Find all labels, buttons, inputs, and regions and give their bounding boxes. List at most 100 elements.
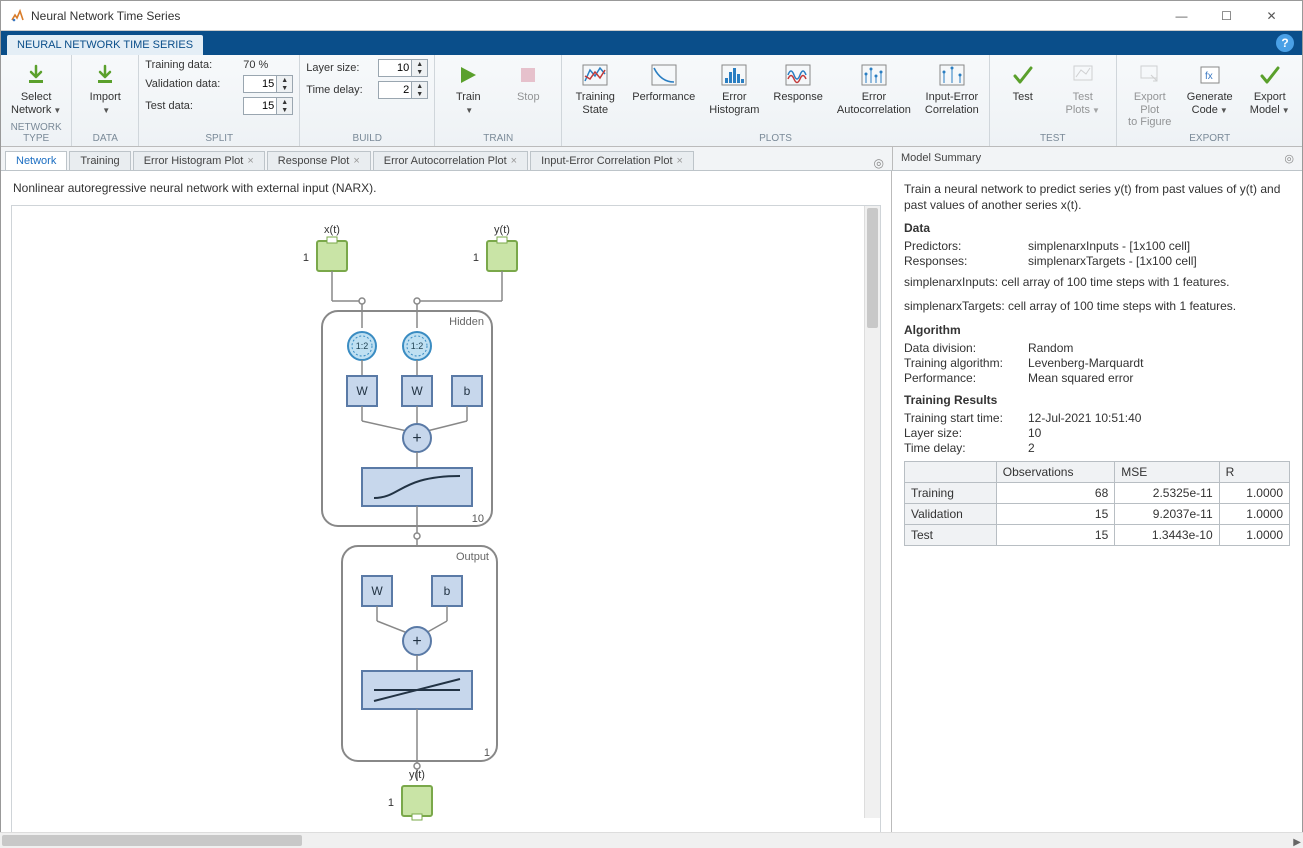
group-plots: PLOTS (568, 133, 982, 144)
download-green-icon (91, 61, 119, 89)
test-plots-button: Test Plots▼ (1056, 59, 1110, 118)
tab-close-icon[interactable]: × (353, 155, 359, 167)
svg-text:1:2: 1:2 (356, 341, 369, 351)
window-title: Neural Network Time Series (31, 9, 1159, 23)
ribbon-tabbar: NEURAL NETWORK TIME SERIES ? (1, 31, 1302, 55)
svg-text:b: b (444, 584, 451, 598)
tab-response-plot[interactable]: Response Plot× (267, 151, 371, 170)
performance-button[interactable]: Performance (628, 59, 699, 106)
error-autocorrelation-button[interactable]: Error Autocorrelation (833, 59, 915, 118)
summary-scrollbar-horizontal[interactable]: ▶ (892, 832, 1302, 847)
tab-input-error-correlation-plot[interactable]: Input-Error Correlation Plot× (530, 151, 694, 170)
plot-decay-icon (650, 61, 678, 89)
check-icon (1009, 61, 1037, 89)
spinner-up-icon[interactable]: ▲ (412, 60, 427, 68)
select-network-label: Select Network (11, 91, 51, 116)
svg-text:W: W (371, 584, 383, 598)
tab-training[interactable]: Training (69, 151, 130, 170)
svg-text:10: 10 (472, 513, 484, 525)
svg-text:W: W (411, 384, 423, 398)
stem-icon (860, 61, 888, 89)
import-label: Import (90, 91, 121, 103)
time-delay-stepper[interactable]: ▲▼ (378, 81, 428, 99)
svg-text:fx: fx (1205, 71, 1213, 82)
tab-close-icon[interactable]: × (511, 155, 517, 167)
input-error-corr-button[interactable]: Input-Error Correlation (921, 59, 983, 118)
training-data-label: Training data: (145, 59, 237, 71)
layer-size-stepper[interactable]: ▲▼ (378, 59, 428, 77)
group-test: TEST (996, 133, 1110, 144)
response-button[interactable]: Response (769, 59, 827, 106)
export-check-icon (1256, 61, 1284, 89)
group-data: DATA (78, 133, 132, 144)
table-row: Test151.3443e-101.0000 (905, 524, 1290, 545)
time-delay-input[interactable] (379, 82, 411, 98)
select-network-button[interactable]: Select Network▼ (7, 59, 65, 118)
ribbon-tab-nnts[interactable]: NEURAL NETWORK TIME SERIES (7, 35, 203, 55)
svg-text:+: + (412, 633, 421, 650)
tab-error-histogram-plot[interactable]: Error Histogram Plot× (133, 151, 265, 170)
svg-text:1: 1 (303, 252, 309, 264)
titlebar: Neural Network Time Series — ☐ ✕ (1, 1, 1302, 31)
tab-close-icon[interactable]: × (677, 155, 683, 167)
tab-close-icon[interactable]: × (247, 155, 253, 167)
spinner-down-icon[interactable]: ▼ (412, 90, 427, 98)
network-description: Nonlinear autoregressive neural network … (1, 171, 891, 201)
export-figure-icon (1136, 61, 1164, 89)
svg-text:1: 1 (473, 252, 479, 264)
generate-code-button[interactable]: fxGenerate Code▼ (1183, 59, 1237, 118)
train-button[interactable]: Train▼ (441, 59, 495, 118)
diagram-scrollbar-vertical[interactable] (864, 206, 880, 818)
stop-label: Stop (517, 91, 540, 104)
import-button[interactable]: Import▼ (78, 59, 132, 118)
validation-data-input[interactable] (244, 76, 276, 92)
table-row: Validation159.2037e-111.0000 (905, 503, 1290, 524)
doctab-gear-icon[interactable]: ◎ (874, 156, 884, 170)
test-data-stepper[interactable]: ▲▼ (243, 97, 293, 115)
training-state-button[interactable]: Training State (568, 59, 622, 118)
model-summary-title: Model Summary (901, 152, 981, 164)
group-split: SPLIT (145, 133, 293, 144)
training-data-value: 70 % (243, 59, 268, 71)
toolstrip: Select Network▼ NETWORK TYPE Import▼ DAT… (1, 55, 1302, 147)
error-histogram-button[interactable]: Error Histogram (705, 59, 763, 118)
panel-gear-icon[interactable]: ◎ (1284, 152, 1294, 165)
svg-text:y(t): y(t) (494, 224, 510, 236)
spinner-down-icon[interactable]: ▼ (277, 84, 292, 92)
data-header: Data (904, 221, 1290, 235)
train-label: Train (456, 91, 481, 103)
model-summary-panel: Train a neural network to predict series… (892, 171, 1302, 847)
svg-text:1: 1 (484, 747, 490, 759)
minimize-button[interactable]: — (1159, 2, 1204, 30)
code-icon: fx (1196, 61, 1224, 89)
svg-text:W: W (356, 384, 368, 398)
help-button[interactable]: ? (1276, 34, 1294, 52)
group-export: EXPORT (1123, 133, 1297, 144)
algorithm-header: Algorithm (904, 323, 1290, 337)
app-window: Neural Network Time Series — ☐ ✕ NEURAL … (0, 0, 1303, 848)
stem2-icon (938, 61, 966, 89)
spinner-down-icon[interactable]: ▼ (412, 68, 427, 76)
spinner-up-icon[interactable]: ▲ (277, 98, 292, 106)
training-results-header: Training Results (904, 393, 1290, 407)
test-data-input[interactable] (244, 98, 276, 114)
test-button[interactable]: Test (996, 59, 1050, 106)
stop-icon (514, 61, 542, 89)
model-summary-header: Model Summary ◎ (892, 147, 1302, 171)
export-model-button[interactable]: Export Model▼ (1243, 59, 1297, 118)
validation-data-stepper[interactable]: ▲▼ (243, 75, 293, 93)
svg-text:b: b (464, 384, 471, 398)
close-button[interactable]: ✕ (1249, 2, 1294, 30)
test-plots-icon (1069, 61, 1097, 89)
validation-data-label: Validation data: (145, 78, 237, 90)
group-network-type: NETWORK TYPE (7, 122, 65, 144)
layer-size-input[interactable] (379, 60, 411, 76)
tab-network[interactable]: Network (5, 151, 67, 170)
spinner-up-icon[interactable]: ▲ (412, 82, 427, 90)
time-delay-label: Time delay: (306, 84, 372, 96)
maximize-button[interactable]: ☐ (1204, 2, 1249, 30)
spinner-up-icon[interactable]: ▲ (277, 76, 292, 84)
stop-button: Stop (501, 59, 555, 106)
spinner-down-icon[interactable]: ▼ (277, 106, 292, 114)
tab-error-autocorrelation-plot[interactable]: Error Autocorrelation Plot× (373, 151, 528, 170)
